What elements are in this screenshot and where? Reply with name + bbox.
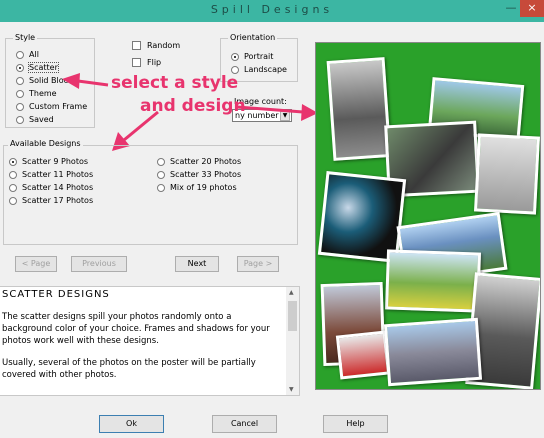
radio-icon (9, 183, 17, 192)
style-option-solid-block[interactable]: Solid Block (16, 76, 73, 85)
style-option-scatter[interactable]: Scatter (16, 62, 59, 73)
help-button[interactable]: Help (323, 415, 388, 433)
radio-icon (157, 157, 165, 166)
radio-icon (16, 50, 24, 59)
radio-icon (157, 170, 165, 179)
radio-selected-icon (9, 157, 17, 166)
checkbox-icon (132, 41, 141, 50)
design-scatter-9[interactable]: Scatter 9 Photos (9, 157, 88, 166)
scroll-up-icon[interactable]: ▲ (289, 289, 294, 296)
preview-photo (335, 330, 391, 380)
title-bar: Spill Designs — × (0, 0, 544, 22)
design-scatter-14[interactable]: Scatter 14 Photos (9, 183, 93, 192)
chevron-down-icon: ▼ (280, 111, 290, 121)
radio-icon (9, 196, 17, 205)
ok-button[interactable]: Ok (99, 415, 164, 433)
window-title: Spill Designs (210, 3, 334, 16)
scroll-down-icon[interactable]: ▼ (289, 386, 294, 393)
flip-checkbox[interactable]: Flip (132, 58, 161, 67)
orientation-group-label: Orientation (228, 33, 278, 42)
checkbox-icon (132, 58, 141, 67)
style-option-saved[interactable]: Saved (16, 115, 54, 124)
cancel-button[interactable]: Cancel (212, 415, 277, 433)
random-checkbox[interactable]: Random (132, 41, 180, 50)
close-button[interactable]: × (520, 0, 544, 17)
design-scatter-11[interactable]: Scatter 11 Photos (9, 170, 93, 179)
orientation-landscape[interactable]: Landscape (231, 65, 287, 74)
orientation-portrait[interactable]: Portrait (231, 52, 273, 61)
description-paragraph: Usually, several of the photos on the po… (2, 358, 256, 380)
radio-icon (16, 115, 24, 124)
next-button[interactable]: Next (175, 256, 219, 272)
description-paragraph: The scatter designs spill your photos ra… (2, 312, 270, 346)
style-group-label: Style (13, 33, 38, 42)
available-designs-label: Available Designs (8, 139, 83, 148)
preview-photo (326, 57, 392, 161)
scrollbar-thumb[interactable] (288, 301, 297, 331)
style-option-all[interactable]: All (16, 50, 39, 59)
previous-button[interactable]: Previous (71, 256, 127, 272)
design-scatter-33[interactable]: Scatter 33 Photos (157, 170, 241, 179)
minimize-button[interactable]: — (504, 2, 518, 17)
radio-icon (157, 183, 165, 192)
preview-photo (383, 317, 483, 387)
radio-selected-icon (16, 63, 24, 72)
design-mix-19[interactable]: Mix of 19 photos (157, 183, 237, 192)
style-option-custom-frame[interactable]: Custom Frame (16, 102, 87, 111)
radio-icon (16, 102, 24, 111)
next-page-button[interactable]: Page > (237, 256, 279, 272)
prev-page-button[interactable]: < Page (15, 256, 57, 272)
radio-icon (16, 76, 24, 85)
radio-icon (16, 89, 24, 98)
description-scrollbar[interactable]: ▲ ▼ (286, 287, 299, 395)
radio-icon (9, 170, 17, 179)
design-preview (315, 42, 541, 390)
radio-selected-icon (231, 52, 239, 61)
preview-photo (384, 249, 482, 313)
design-scatter-20[interactable]: Scatter 20 Photos (157, 157, 241, 166)
description-heading: SCATTER DESIGNS (2, 289, 110, 300)
annotation-text-line2: and design (140, 96, 246, 116)
preview-photo (474, 133, 540, 215)
annotation-text-line1: select a style (111, 73, 239, 93)
description-panel: SCATTER DESIGNS The scatter designs spil… (0, 286, 300, 396)
design-scatter-17[interactable]: Scatter 17 Photos (9, 196, 93, 205)
style-option-theme[interactable]: Theme (16, 89, 57, 98)
